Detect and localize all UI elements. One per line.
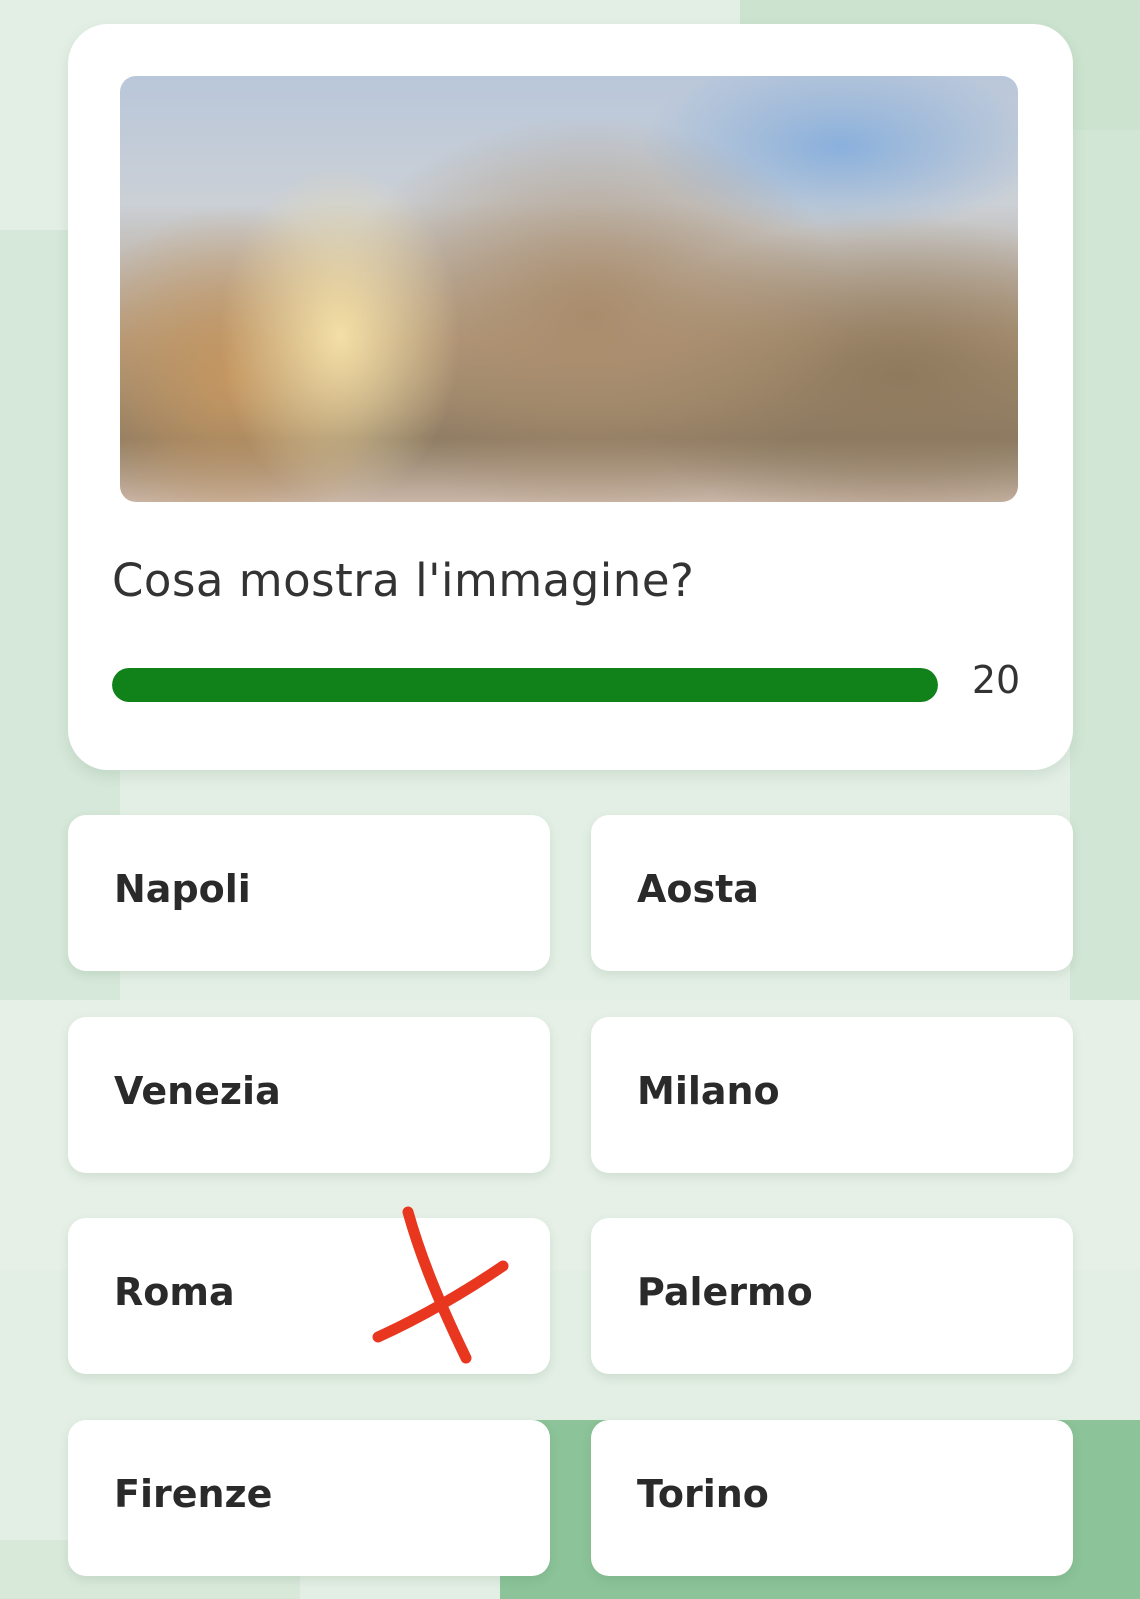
answer-button-torino[interactable]: Torino [591, 1420, 1073, 1576]
answer-label: Torino [637, 1472, 769, 1516]
timer-bar-fill [112, 668, 938, 702]
question-text: Cosa mostra l'immagine? [112, 554, 695, 607]
answer-label: Firenze [114, 1472, 273, 1516]
answer-button-milano[interactable]: Milano [591, 1017, 1073, 1173]
timer-count: 20 [971, 658, 1021, 702]
answer-label: Palermo [637, 1270, 813, 1314]
answer-button-aosta[interactable]: Aosta [591, 815, 1073, 971]
answer-label: Roma [114, 1270, 235, 1314]
answer-button-venezia[interactable]: Venezia [68, 1017, 550, 1173]
answer-label: Venezia [114, 1069, 281, 1113]
answer-button-firenze[interactable]: Firenze [68, 1420, 550, 1576]
question-image [120, 76, 1018, 502]
answer-button-napoli[interactable]: Napoli [68, 815, 550, 971]
timer-bar [112, 668, 938, 702]
answer-button-palermo[interactable]: Palermo [591, 1218, 1073, 1374]
answer-label: Aosta [637, 867, 759, 911]
answer-label: Napoli [114, 867, 251, 911]
question-card: Cosa mostra l'immagine? 20 [68, 24, 1073, 770]
answer-button-roma[interactable]: Roma [68, 1218, 550, 1374]
answer-label: Milano [637, 1069, 780, 1113]
